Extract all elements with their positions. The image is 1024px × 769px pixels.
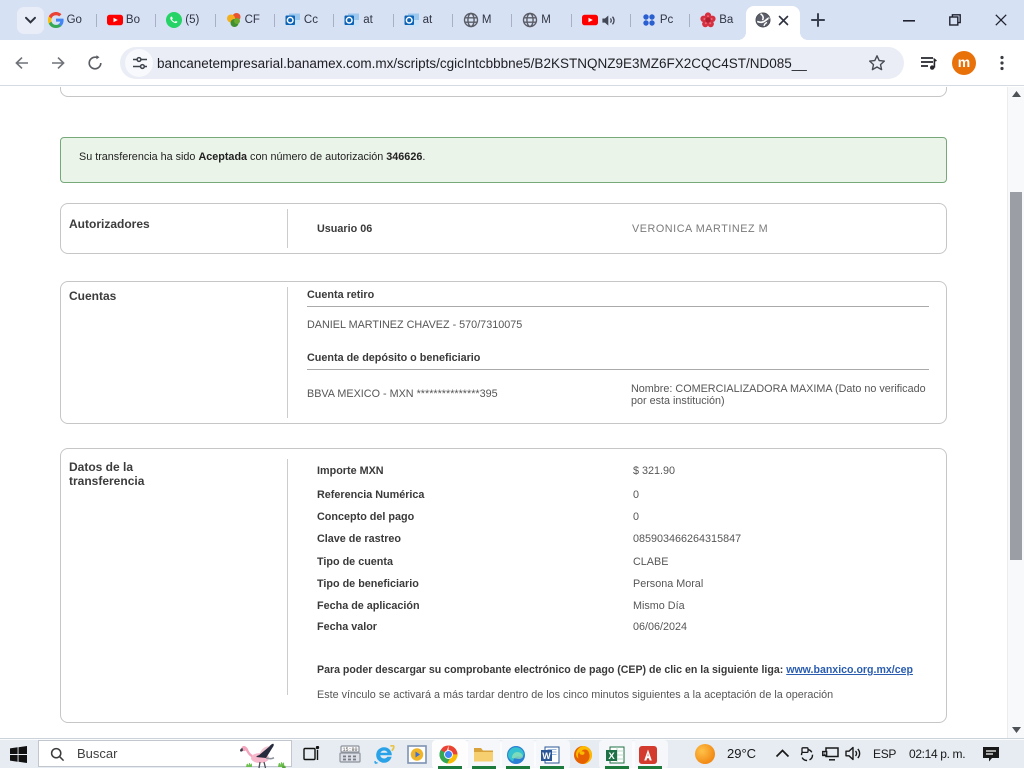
svg-text:W: W	[542, 751, 551, 761]
svg-text:15:80: 15:80	[342, 747, 357, 753]
svg-text:X: X	[608, 751, 615, 762]
